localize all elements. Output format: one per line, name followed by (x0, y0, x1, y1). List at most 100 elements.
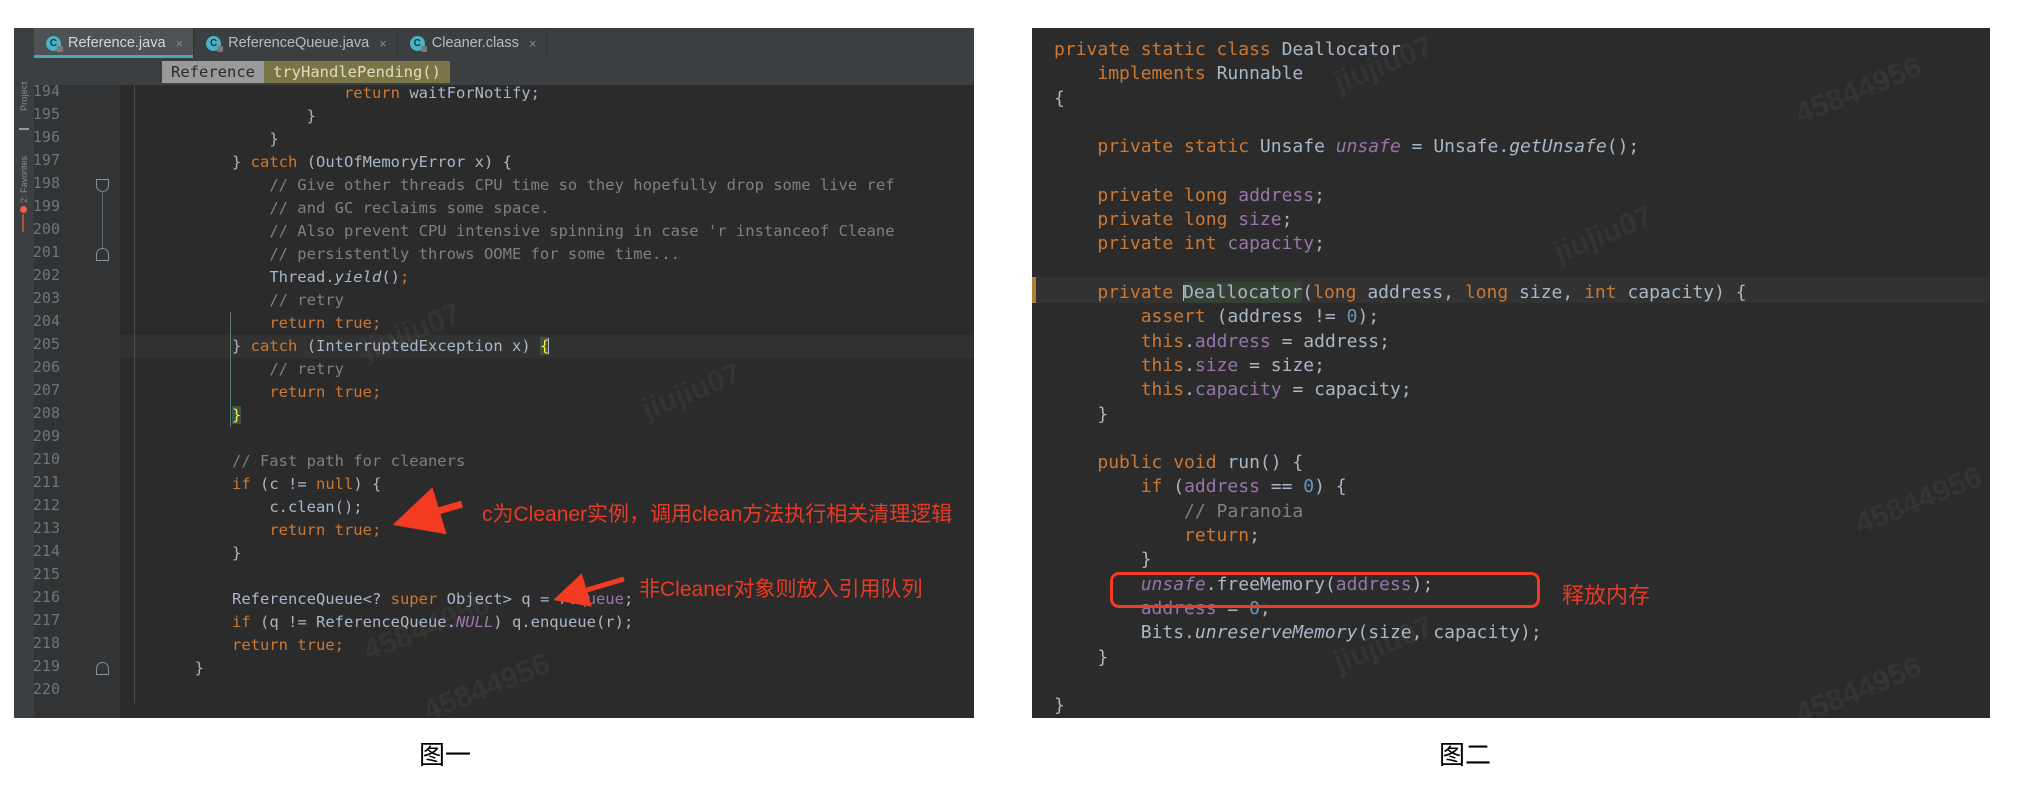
left-tool-strip: Project 2: Favorites (14, 28, 35, 718)
line-number[interactable]: 200 (34, 220, 60, 238)
code-line[interactable]: // and GC reclaims some space. (120, 197, 549, 220)
close-icon[interactable]: × (529, 36, 537, 51)
code-line[interactable]: } (120, 128, 278, 151)
code-line[interactable]: if (c != null) { (120, 473, 381, 496)
code-line[interactable]: ReferenceQueue<? super Object> q = r.que… (120, 588, 633, 611)
line-number[interactable]: 203 (34, 289, 60, 307)
code-line[interactable]: return true; (120, 312, 381, 335)
code-line[interactable]: } (1054, 548, 1152, 572)
code-line[interactable]: Bits.unreserveMemory(size, capacity); (1054, 621, 1542, 645)
line-number[interactable]: 198 (34, 174, 60, 192)
code-line[interactable]: // retry (120, 358, 344, 381)
line-number[interactable]: 205 (34, 335, 60, 353)
breadcrumb: Reference tryHandlePending() (34, 58, 974, 85)
line-number[interactable]: 201 (34, 243, 60, 261)
code-line[interactable]: { (1054, 87, 1065, 111)
code-line[interactable]: return waitForNotify; (120, 85, 540, 105)
code-line[interactable]: } catch (InterruptedException x) { (120, 335, 550, 358)
breadcrumb-method[interactable]: tryHandlePending() (264, 60, 450, 83)
line-number[interactable]: 220 (34, 680, 60, 698)
code-line[interactable]: if (q != ReferenceQueue.NULL) q.enqueue(… (120, 611, 633, 634)
code-line[interactable]: return true; (120, 519, 381, 542)
line-number[interactable]: 215 (34, 565, 60, 583)
code-line[interactable]: // Also prevent CPU intensive spinning i… (120, 220, 894, 243)
line-number[interactable]: 219 (34, 657, 60, 675)
error-stripe-marker (22, 214, 24, 232)
line-number[interactable]: 218 (34, 634, 60, 652)
code-line[interactable]: } (1054, 403, 1108, 427)
line-number[interactable]: 204 (34, 312, 60, 330)
tool-strip-favorites-label[interactable]: 2: Favorites (19, 123, 29, 203)
code-fold-up-icon[interactable] (96, 248, 109, 261)
line-number[interactable]: 217 (34, 611, 60, 629)
code-line[interactable]: private long size; (1054, 208, 1292, 232)
java-class-icon: C (46, 35, 63, 52)
line-number[interactable]: 213 (34, 519, 60, 537)
line-number[interactable]: 194 (34, 85, 60, 100)
tab-cleaner-class[interactable]: C Cleaner.class × (397, 28, 548, 58)
code-line[interactable]: return; (1054, 524, 1260, 548)
code-line[interactable]: if (address == 0) { (1054, 475, 1347, 499)
close-icon[interactable]: × (176, 36, 184, 51)
line-number[interactable]: 208 (34, 404, 60, 422)
code-line[interactable]: public void run() { (1054, 451, 1303, 475)
line-number[interactable]: 214 (34, 542, 60, 560)
code-fold-up-icon[interactable] (96, 662, 109, 675)
tool-strip-project-label[interactable]: Project (19, 47, 29, 111)
code-line[interactable]: return true; (120, 381, 381, 404)
code-line[interactable]: assert (address != 0); (1054, 305, 1379, 329)
watermark: 45844956 (1790, 50, 1927, 132)
code-line[interactable]: private static class Deallocator (1054, 38, 1401, 62)
line-number[interactable]: 216 (34, 588, 60, 606)
code-line[interactable]: Thread.yield(); (120, 266, 409, 289)
code-line[interactable]: this.capacity = capacity; (1054, 378, 1412, 402)
line-number[interactable]: 197 (34, 151, 60, 169)
tab-label: ReferenceQueue.java (228, 35, 370, 51)
code-line[interactable]: return true; (120, 634, 344, 657)
code-line[interactable]: } (1054, 646, 1108, 670)
close-icon[interactable]: × (379, 36, 387, 51)
line-number[interactable]: 196 (34, 128, 60, 146)
code-content[interactable]: return waitForNotify; } } } catch (OutOf… (120, 85, 974, 718)
code-line[interactable]: this.size = size; (1054, 354, 1325, 378)
code-editor[interactable]: 194 195 196 197 198 199 200 201 202 203 204 205 206 2… (34, 85, 974, 718)
line-number[interactable]: 195 (34, 105, 60, 123)
code-line[interactable]: // persistently throws OOME for some tim… (120, 243, 680, 266)
line-number[interactable]: 206 (34, 358, 60, 376)
code-line[interactable]: implements Runnable (1054, 62, 1303, 86)
code-line[interactable]: } (120, 657, 204, 680)
fold-connector (102, 191, 103, 248)
code-line[interactable]: private long address; (1054, 184, 1325, 208)
line-number[interactable]: 212 (34, 496, 60, 514)
breadcrumb-class[interactable]: Reference (162, 60, 264, 83)
code-line[interactable]: } catch (OutOfMemoryError x) { (120, 151, 512, 174)
line-number[interactable]: 199 (34, 197, 60, 215)
line-number[interactable]: 211 (34, 473, 60, 491)
line-number-gutter[interactable]: 194 195 196 197 198 199 200 201 202 203 204 205 206 2… (34, 85, 120, 718)
line-number[interactable]: 209 (34, 427, 60, 445)
tab-reference-java[interactable]: C Reference.java × (34, 28, 195, 58)
code-line[interactable]: private int capacity; (1054, 232, 1325, 256)
watermark: 45844956 (418, 647, 555, 718)
code-line[interactable]: this.address = address; (1054, 330, 1390, 354)
code-line[interactable]: } (120, 404, 242, 427)
code-line[interactable]: c.clean(); (120, 496, 362, 519)
annotation-reference-queue: 非Cleaner对象则放入引用队列 (639, 578, 923, 601)
line-number[interactable]: 202 (34, 266, 60, 284)
code-line[interactable]: private Deallocator(long address, long s… (1054, 281, 1747, 305)
watermark: jiujiu07 (1549, 200, 1658, 270)
tab-referencequeue-java[interactable]: C ReferenceQueue.java × (194, 28, 398, 58)
code-line[interactable]: } (120, 105, 316, 128)
code-line[interactable]: } (120, 542, 241, 565)
watermark: 45844956 (1850, 460, 1987, 542)
code-line[interactable]: private static Unsafe unsafe = Unsafe.ge… (1054, 135, 1639, 159)
code-line[interactable]: // Fast path for cleaners (120, 450, 465, 473)
line-number[interactable]: 207 (34, 381, 60, 399)
line-number[interactable]: 210 (34, 450, 60, 468)
code-line[interactable]: // retry (120, 289, 344, 312)
code-line[interactable]: // Paranoia (1054, 500, 1303, 524)
breakpoint-dot-icon[interactable] (20, 206, 27, 213)
code-line[interactable]: } (1054, 694, 1065, 718)
code-line[interactable]: // Give other threads CPU time so they h… (120, 174, 894, 197)
indent-guide (230, 312, 231, 427)
